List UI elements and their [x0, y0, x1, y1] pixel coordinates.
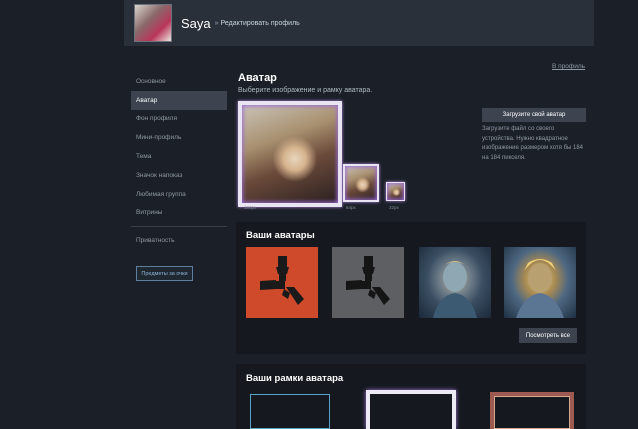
frame-option-none[interactable]	[250, 394, 330, 429]
avatar-option-character-1[interactable]	[419, 247, 491, 318]
size-label-small: 32px	[389, 205, 399, 210]
size-label-large: 184px	[244, 205, 257, 210]
avatar-preview-medium	[343, 164, 379, 202]
upload-hint: Загрузите файл со своего устройства. Нуж…	[482, 126, 584, 161]
sidebar-item-featured-badge[interactable]: Значок напоказ	[131, 166, 227, 185]
my-profile-link[interactable]: В профиль	[552, 63, 585, 70]
profile-header: Saya » Редактировать профиль	[124, 0, 594, 46]
your-avatars-title: Ваши аватары	[246, 230, 315, 241]
avatar-frame	[386, 182, 405, 201]
sidebar-item-theme[interactable]: Тема	[131, 147, 227, 166]
page-title: Редактировать профиль	[220, 19, 300, 27]
character-portrait-icon	[433, 261, 477, 318]
avatar-section-title: Аватар	[238, 72, 277, 84]
header-avatar[interactable]	[134, 4, 172, 42]
sidebar-item-showcases[interactable]: Витрины	[131, 204, 227, 223]
character-portrait-icon	[516, 259, 564, 318]
avatar-option-rust-orange[interactable]	[246, 247, 318, 318]
your-avatars-panel: Ваши аватары Посмотреть все	[236, 222, 586, 354]
avatar-frame	[343, 164, 379, 202]
rust-logo-icon	[346, 256, 390, 305]
sidebar-item-general[interactable]: Основное	[131, 72, 227, 91]
avatar-preview-small	[386, 182, 405, 201]
upload-avatar-button[interactable]: Загрузите свой аватар	[482, 108, 586, 122]
size-label-medium: 64px	[346, 205, 356, 210]
avatar-option-character-2[interactable]	[504, 247, 576, 318]
sidebar-item-privacy[interactable]: Приватность	[131, 231, 227, 250]
sidebar-item-mini-profile[interactable]: Мини-профиль	[131, 128, 227, 147]
sidebar: Основное Аватар Фон профиля Мини-профиль…	[131, 72, 227, 282]
avatar-section-subtitle: Выберите изображение и рамку аватара.	[238, 87, 373, 94]
avatar-option-rust-gray[interactable]	[332, 247, 404, 318]
rust-logo-icon	[260, 256, 304, 305]
sidebar-item-background[interactable]: Фон профиля	[131, 110, 227, 129]
username[interactable]: Saya	[181, 16, 211, 31]
frame-option-glow[interactable]	[366, 390, 456, 429]
your-frames-title: Ваши рамки аватара	[246, 373, 344, 384]
sidebar-item-favorite-group[interactable]: Любимая группа	[131, 185, 227, 204]
points-shop-button[interactable]: Предметы за очки	[136, 266, 193, 282]
view-all-avatars-button[interactable]: Посмотреть все	[519, 328, 577, 343]
sidebar-divider	[131, 226, 227, 228]
avatar-preview-large	[238, 101, 342, 207]
avatar-frame	[238, 101, 342, 207]
sidebar-item-avatar[interactable]: Аватар	[131, 90, 227, 110]
frame-option-ornate[interactable]	[490, 392, 574, 429]
breadcrumb-separator: »	[214, 19, 219, 27]
your-frames-panel: Ваши рамки аватара	[236, 364, 586, 429]
